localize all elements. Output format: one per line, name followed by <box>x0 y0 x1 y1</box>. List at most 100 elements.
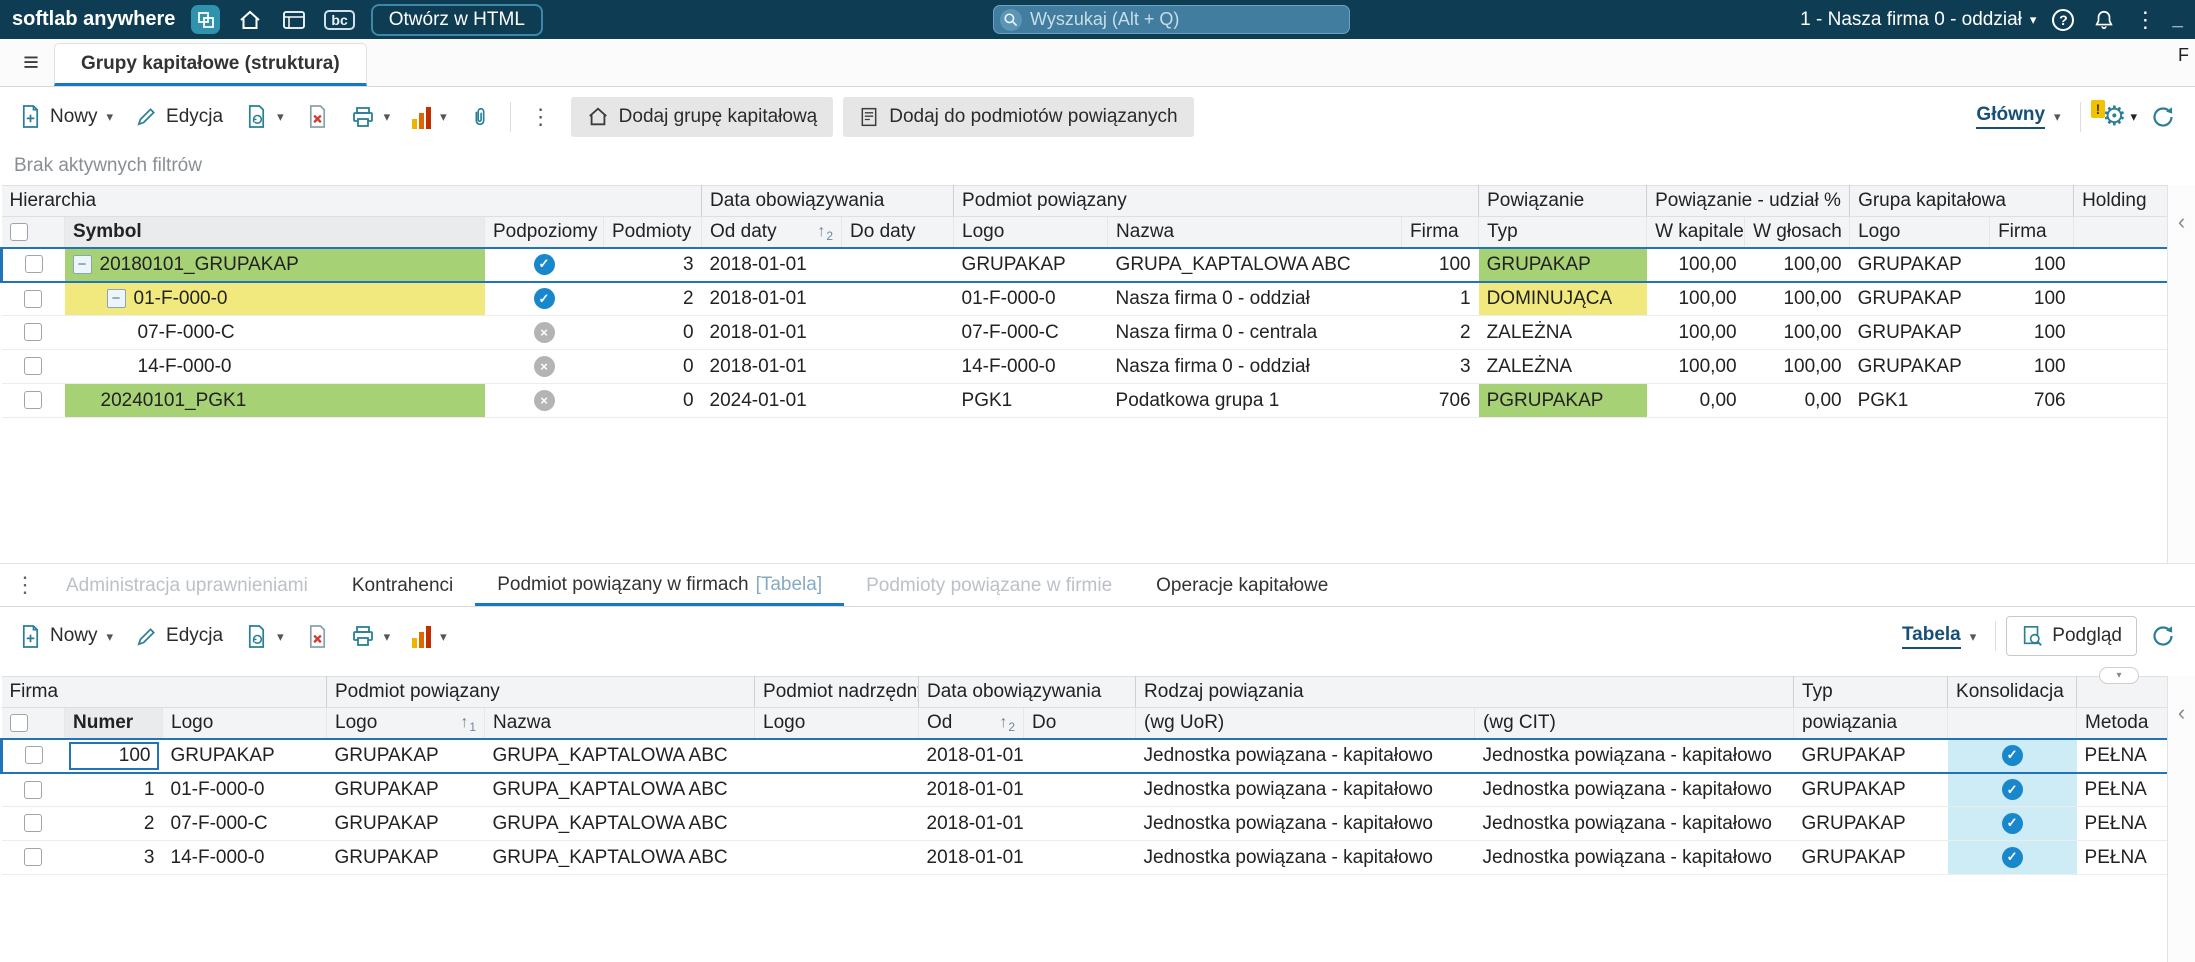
row-checkbox[interactable] <box>24 848 42 867</box>
group-rodzaj-powiazania[interactable]: Rodzaj powiązania <box>1135 676 1795 708</box>
cell-do[interactable] <box>1023 772 1136 807</box>
copy-document-button[interactable]: ▾ <box>236 615 293 657</box>
cell-logo-firma[interactable]: 14-F-000-0 <box>162 840 327 875</box>
cell-checkbox[interactable] <box>1 281 65 316</box>
cell-checkbox[interactable] <box>1 806 65 841</box>
cell-firma[interactable]: 1 <box>1401 281 1479 316</box>
select-all-checkbox[interactable] <box>9 713 28 732</box>
cell-numer[interactable]: 3 <box>64 840 163 875</box>
help-icon[interactable]: ? <box>2052 8 2075 31</box>
cell-gk-logo[interactable]: GRUPAKAP <box>1849 281 1990 316</box>
cell-od-daty[interactable]: 2018-01-01 <box>701 281 842 316</box>
tab-podmioty-powiazane-w-firmie[interactable]: Podmioty powiązane w firmie <box>844 566 1134 606</box>
cell-gk-firma[interactable]: 100 <box>1989 246 2074 283</box>
table-row[interactable]: −20180101_GRUPAKAP ✓ 3 2018-01-01 GRUPAK… <box>0 246 2171 283</box>
cell-konsolidacja[interactable]: ✓ <box>1947 806 2077 841</box>
search-input[interactable] <box>1030 9 1344 30</box>
cell-symbol[interactable]: 07-F-000-C <box>64 315 485 350</box>
cell-podpoziomy[interactable]: ✓ <box>484 281 604 316</box>
cell-podmioty[interactable]: 0 <box>603 349 702 384</box>
row-checkbox[interactable] <box>24 391 42 410</box>
col-gk-logo[interactable]: Logo <box>1849 216 1991 248</box>
cell-wg-uor[interactable]: Jednostka powiązana - kapitałowo <box>1135 840 1475 875</box>
cell-w-glosach[interactable]: 100,00 <box>1744 246 1850 283</box>
cell-gk-firma[interactable]: 100 <box>1989 315 2074 350</box>
panel-collapse-strip[interactable]: ‹ <box>2167 185 2195 563</box>
row-checkbox[interactable] <box>24 780 42 799</box>
col-podpoziomy[interactable]: Podpoziomy <box>484 216 604 248</box>
cell-podmioty[interactable]: 0 <box>603 383 702 418</box>
cell-podpoziomy[interactable]: × <box>484 349 604 384</box>
cell-gk-logo[interactable]: GRUPAKAP <box>1849 246 1990 283</box>
cell-podpoziomy[interactable]: ✓ <box>484 246 604 283</box>
cell-typ[interactable]: GRUPAKAP <box>1793 806 1948 841</box>
col-logo-firma[interactable]: Logo <box>162 707 327 739</box>
cell-nazwa[interactable]: GRUPA_KAPTALOWA ABC <box>484 806 755 841</box>
cell-konsolidacja[interactable]: ✓ <box>1947 772 2077 807</box>
delete-button[interactable] <box>297 615 338 657</box>
cell-symbol[interactable]: −01-F-000-0 <box>64 281 485 316</box>
cell-gk-logo[interactable]: GRUPAKAP <box>1849 315 1990 350</box>
col-gk-firma[interactable]: Firma <box>1989 216 2075 248</box>
cell-wg-cit[interactable]: Jednostka powiązana - kapitałowo <box>1474 840 1794 875</box>
delete-button[interactable] <box>297 96 338 138</box>
cell-konsolidacja[interactable]: ✓ <box>1947 840 2077 875</box>
col-metoda[interactable]: Metoda <box>2076 707 2170 739</box>
table-row[interactable]: 2 07-F-000-C GRUPAKAP GRUPA_KAPTALOWA AB… <box>1 806 2169 841</box>
cell-od[interactable]: 2018-01-01 <box>918 840 1024 875</box>
cell-do-daty[interactable] <box>841 315 954 350</box>
panel-icon[interactable] <box>280 6 308 34</box>
cell-wg-uor[interactable]: Jednostka powiązana - kapitałowo <box>1135 737 1475 774</box>
cell-wg-uor[interactable]: Jednostka powiązana - kapitałowo <box>1135 806 1475 841</box>
col-od[interactable]: Od ↑ 2 <box>918 707 1025 739</box>
cell-podpoziomy[interactable]: × <box>484 383 604 418</box>
cell-w-kapitale[interactable]: 100,00 <box>1646 315 1745 350</box>
group-konsolidacja[interactable]: Konsolidacja <box>1947 676 2078 708</box>
new-button[interactable]: Nowy ▾ <box>10 96 122 138</box>
tab-administracja-uprawnieniami[interactable]: Administracja uprawnieniami <box>44 566 330 606</box>
cell-typ[interactable]: GRUPAKAP <box>1793 840 1948 875</box>
cell-do-daty[interactable] <box>841 246 954 283</box>
cell-od-daty[interactable]: 2024-01-01 <box>701 383 842 418</box>
col-nazwa[interactable]: Nazwa <box>1107 216 1403 248</box>
cell-metoda[interactable]: PEŁNA <box>2076 840 2169 875</box>
col-wg-uor[interactable]: (wg UoR) <box>1135 707 1476 739</box>
more-actions-button[interactable]: ⋮ <box>521 96 561 138</box>
cell-logo-firma[interactable]: 01-F-000-0 <box>162 772 327 807</box>
attachment-button[interactable] <box>460 96 500 138</box>
col-typ[interactable]: Typ <box>1478 216 1648 248</box>
col-w-kapitale[interactable]: W kapitale <box>1646 216 1746 248</box>
view-selector[interactable]: Tabela ▾ <box>1893 615 1985 657</box>
cell-checkbox[interactable] <box>0 737 65 774</box>
hamburger-menu-icon[interactable]: ≡ <box>8 47 54 78</box>
cell-nazwa[interactable]: Nasza firma 0 - centrala <box>1107 315 1402 350</box>
col-do[interactable]: Do <box>1023 707 1137 739</box>
cell-gk-logo[interactable]: GRUPAKAP <box>1849 349 1990 384</box>
row-checkbox[interactable] <box>24 814 42 833</box>
row-checkbox[interactable] <box>24 323 42 342</box>
group-typ[interactable]: Typ <box>1793 676 1949 708</box>
col-checkbox[interactable] <box>1 707 65 739</box>
company-selector[interactable]: 1 - Nasza firma 0 - oddział ▾ <box>1800 9 2036 31</box>
cell-od-daty[interactable]: 2018-01-01 <box>701 349 842 384</box>
cell-do-daty[interactable] <box>841 281 954 316</box>
cell-firma[interactable]: 100 <box>1401 246 1479 283</box>
col-logo-nadrz[interactable]: Logo <box>754 707 920 739</box>
cell-wg-cit[interactable]: Jednostka powiązana - kapitałowo <box>1474 772 1794 807</box>
cell-typ[interactable]: GRUPAKAP <box>1793 737 1948 774</box>
cell-w-glosach[interactable]: 100,00 <box>1744 349 1850 384</box>
cell-od[interactable]: 2018-01-01 <box>918 806 1024 841</box>
cell-typ[interactable]: ZALEŻNA <box>1478 315 1647 350</box>
preview-button[interactable]: Podgląd <box>2006 616 2137 656</box>
cell-wg-uor[interactable]: Jednostka powiązana - kapitałowo <box>1135 772 1475 807</box>
cell-do-daty[interactable] <box>841 349 954 384</box>
cell-od-daty[interactable]: 2018-01-01 <box>701 315 842 350</box>
print-button[interactable]: ▾ <box>342 615 400 657</box>
cell-logo-pp[interactable]: GRUPAKAP <box>326 737 485 774</box>
cell-symbol[interactable]: −20180101_GRUPAKAP <box>64 246 485 283</box>
refresh-button[interactable] <box>2141 96 2185 138</box>
cell-logo-nadrz[interactable] <box>754 772 919 807</box>
table-row[interactable]: −01-F-000-0 ✓ 2 2018-01-01 01-F-000-0 Na… <box>1 281 2169 316</box>
cell-nazwa[interactable]: Nasza firma 0 - oddział <box>1107 281 1402 316</box>
panel-collapse-strip[interactable]: ‹ <box>2167 676 2195 962</box>
